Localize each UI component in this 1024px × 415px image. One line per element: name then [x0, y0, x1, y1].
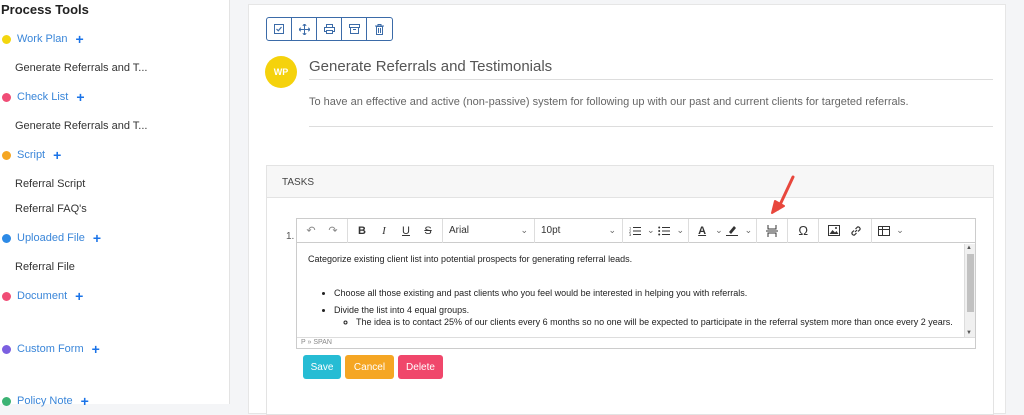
chevron-down-icon[interactable]: ⌄ [715, 225, 723, 236]
editor-list: Choose all those existing and past clien… [334, 287, 954, 328]
chevron-down-icon[interactable]: ⌄ [647, 225, 655, 236]
font-family-select[interactable]: Arial ⌄ [443, 218, 535, 243]
section-label: Custom Form [17, 343, 84, 355]
rich-text-editor[interactable]: ↶ ↷ B I U S Arial ⌄ 10pt ⌄ 123 ⌄ ⌄ A ⌄ ⌄… [296, 218, 976, 349]
image-icon[interactable] [823, 219, 845, 243]
bold-icon[interactable]: B [351, 219, 373, 243]
page-break-icon[interactable] [761, 219, 783, 243]
sidebar-section-script[interactable]: Script + [2, 147, 61, 163]
editor-sublist: The idea is to contact 25% of our client… [356, 316, 954, 328]
document-dot-icon [2, 291, 11, 301]
page-title: Generate Referrals and Testimonials [309, 58, 993, 80]
process-description: To have an effective and active (non-pas… [309, 96, 993, 127]
add-uploaded-file-icon[interactable]: + [93, 231, 101, 245]
chevron-down-icon[interactable]: ⌄ [677, 225, 685, 236]
task-number: 1. [286, 231, 295, 242]
add-work-plan-icon[interactable]: + [76, 32, 84, 46]
redo-icon[interactable]: ↷ [322, 219, 344, 243]
text-color-icon[interactable]: A [693, 219, 711, 243]
save-button[interactable]: Save [303, 355, 341, 379]
svg-text:3: 3 [629, 232, 632, 236]
link-icon[interactable] [845, 219, 867, 243]
editor-scrollbar[interactable]: ▲ ▼ [964, 244, 975, 337]
script-dot-icon [2, 150, 11, 160]
underline-icon[interactable]: U [395, 219, 417, 243]
font-size-value: 10pt [541, 225, 561, 236]
sidebar-section-custom-form[interactable]: Custom Form + [2, 341, 100, 357]
italic-icon[interactable]: I [373, 219, 395, 243]
sidebar-item-referral-faqs[interactable]: Referral FAQ's [15, 203, 87, 215]
tasks-header: TASKS [267, 166, 993, 198]
policy-note-dot-icon [2, 396, 11, 406]
scroll-up-icon[interactable]: ▲ [966, 245, 972, 251]
trash-icon[interactable] [367, 18, 392, 40]
chevron-down-icon[interactable]: ⌄ [896, 225, 904, 236]
cancel-button[interactable]: Cancel [345, 355, 394, 379]
sidebar-item-work-plan[interactable]: Generate Referrals and T... [15, 62, 147, 74]
archive-icon[interactable] [342, 18, 367, 40]
add-document-icon[interactable]: + [75, 289, 83, 303]
delete-button[interactable]: Delete [398, 355, 443, 379]
sidebar-item-check-list[interactable]: Generate Referrals and T... [15, 120, 147, 132]
editor-toolbar: ↶ ↷ B I U S Arial ⌄ 10pt ⌄ 123 ⌄ ⌄ A ⌄ ⌄… [297, 218, 975, 243]
sidebar-section-document[interactable]: Document + [2, 288, 83, 304]
chevron-down-icon[interactable]: ⌄ [745, 225, 753, 236]
section-label: Uploaded File [17, 232, 85, 244]
chevron-down-icon: ⌄ [520, 225, 528, 235]
sidebar-section-work-plan[interactable]: Work Plan + [2, 31, 84, 47]
section-label: Document [17, 290, 68, 302]
sidebar-section-policy-note[interactable]: Policy Note + [2, 393, 89, 409]
chevron-down-icon: ⌄ [608, 225, 616, 235]
undo-icon[interactable]: ↶ [300, 219, 322, 243]
editor-paragraph: Categorize existing client list into pot… [308, 254, 633, 264]
process-toolbar [266, 17, 393, 41]
add-check-list-icon[interactable]: + [76, 90, 84, 104]
section-label: Work Plan [17, 33, 68, 45]
section-label: Policy Note [17, 395, 73, 407]
avatar: WP [265, 56, 297, 88]
work-plan-dot-icon [2, 34, 11, 44]
sidebar-section-check-list[interactable]: Check List + [2, 89, 85, 105]
numbered-list-icon[interactable]: 123 [627, 219, 643, 243]
checkbox-icon[interactable] [267, 18, 292, 40]
sidebar-item-referral-file[interactable]: Referral File [15, 261, 75, 273]
list-item: Choose all those existing and past clien… [334, 287, 954, 299]
editor-statusbar: P » SPAN [297, 337, 975, 348]
table-icon[interactable] [876, 219, 892, 243]
uploaded-file-dot-icon [2, 233, 11, 243]
font-family-value: Arial [449, 225, 470, 236]
list-item: Divide the list into 4 equal groups. The… [334, 304, 954, 328]
sidebar-section-uploaded-file[interactable]: Uploaded File + [2, 230, 101, 246]
strikethrough-icon[interactable]: S [417, 219, 439, 243]
custom-form-dot-icon [2, 344, 11, 354]
process-tools-sidebar: Process Tools Work Plan + Generate Refer… [0, 0, 230, 408]
print-icon[interactable] [317, 18, 342, 40]
list-item-text: Divide the list into 4 equal groups. [334, 305, 470, 315]
add-custom-form-icon[interactable]: + [92, 342, 100, 356]
special-character-icon[interactable]: Ω [792, 219, 814, 243]
section-label: Script [17, 149, 46, 161]
bullet-list-icon[interactable] [655, 219, 673, 243]
scroll-down-icon[interactable]: ▼ [966, 330, 972, 336]
list-item: The idea is to contact 25% of our client… [356, 316, 954, 328]
sidebar-title: Process Tools [1, 2, 89, 17]
add-policy-note-icon[interactable]: + [81, 394, 89, 408]
move-icon[interactable] [292, 18, 317, 40]
sidebar-item-referral-script[interactable]: Referral Script [15, 178, 85, 190]
add-script-icon[interactable]: + [53, 148, 61, 162]
highlight-icon[interactable] [723, 219, 741, 243]
editor-content[interactable]: Categorize existing client list into pot… [297, 244, 965, 337]
check-list-dot-icon [2, 92, 11, 102]
section-label: Check List [17, 91, 69, 103]
font-size-select[interactable]: 10pt ⌄ [535, 218, 623, 243]
scrollbar-thumb[interactable] [967, 254, 974, 312]
